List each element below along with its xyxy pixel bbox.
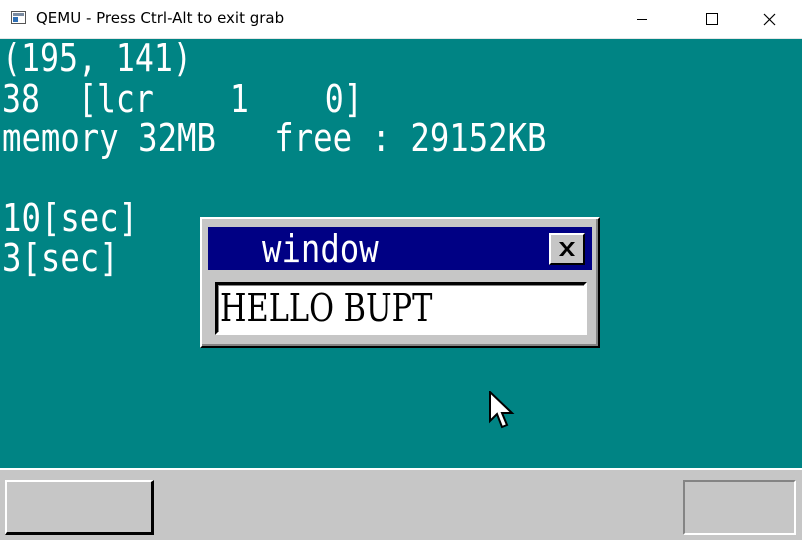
guest-textbox-value: HELLO BUPT xyxy=(220,286,433,330)
guest-taskbar xyxy=(0,468,802,540)
guest-screen[interactable]: (195, 141) 38 [lcr 1 0] memory 32MB free… xyxy=(0,39,802,540)
mouse-coordinates: (195, 141) xyxy=(2,39,192,80)
close-icon xyxy=(763,13,775,25)
host-title-bar: QEMU - Press Ctrl-Alt to exit grab xyxy=(0,0,802,39)
keyboard-status: 38 [lcr 1 0] xyxy=(2,77,363,121)
minimize-icon xyxy=(637,19,647,20)
maximize-icon xyxy=(706,13,718,25)
memory-info: memory 32MB free : 29152KB xyxy=(2,116,547,160)
guest-window-close-button[interactable] xyxy=(549,233,585,265)
guest-window-title-bar[interactable]: window xyxy=(208,227,592,270)
maximize-button[interactable] xyxy=(689,0,735,38)
minimize-button[interactable] xyxy=(619,0,665,38)
close-x-icon xyxy=(559,242,575,256)
arrow-cursor-icon xyxy=(489,391,515,429)
start-button[interactable] xyxy=(5,480,154,535)
close-button[interactable] xyxy=(746,0,792,38)
guest-window-title: window xyxy=(262,227,379,270)
guest-textbox[interactable]: HELLO BUPT xyxy=(215,282,587,335)
host-window-title: QEMU - Press Ctrl-Alt to exit grab xyxy=(36,9,285,27)
timer-2: 3[sec] xyxy=(2,236,119,280)
system-tray[interactable] xyxy=(683,480,796,535)
timer-1: 10[sec] xyxy=(2,196,139,240)
guest-window[interactable]: window HELLO BUPT xyxy=(200,217,600,348)
qemu-app-icon[interactable] xyxy=(11,11,26,24)
